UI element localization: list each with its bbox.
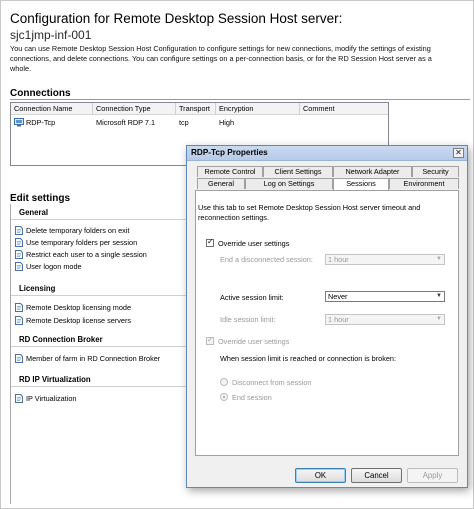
connections-divider bbox=[10, 99, 470, 100]
tab-log-on-settings[interactable]: Log on Settings bbox=[245, 178, 333, 189]
setting-delete-temp-folders[interactable]: Delete temporary folders on exit bbox=[15, 225, 129, 235]
table-header: Connection Name Connection Type Transpor… bbox=[11, 103, 388, 115]
group-licensing-divider bbox=[11, 295, 197, 296]
tab-network-adapter[interactable]: Network Adapter bbox=[333, 166, 412, 177]
override-user-settings-checkbox[interactable] bbox=[206, 237, 214, 247]
column-transport[interactable]: Transport bbox=[176, 103, 216, 115]
setting-label: Remote Desktop licensing mode bbox=[26, 302, 132, 312]
tab-general[interactable]: General bbox=[197, 178, 245, 189]
tab-remote-control[interactable]: Remote Control bbox=[197, 166, 263, 177]
settings-document-icon bbox=[15, 237, 23, 247]
group-broker-title: RD Connection Broker bbox=[19, 335, 103, 344]
tab-client-settings[interactable]: Client Settings bbox=[263, 166, 333, 177]
edit-settings-heading: Edit settings bbox=[10, 193, 71, 204]
group-general-divider bbox=[11, 219, 197, 220]
session-limit-reached-label: When session limit is reached or connect… bbox=[220, 354, 397, 363]
settings-document-icon bbox=[15, 393, 23, 403]
chevron-down-icon: ▼ bbox=[436, 316, 442, 322]
group-broker-divider bbox=[11, 346, 197, 347]
setting-ip-virtualization[interactable]: IP Virtualization bbox=[15, 393, 76, 403]
close-icon[interactable]: ✕ bbox=[453, 148, 464, 158]
disconnect-from-session-label: Disconnect from session bbox=[232, 378, 312, 387]
column-connection-name[interactable]: Connection Name bbox=[11, 103, 93, 115]
setting-label: Member of farm in RD Connection Broker bbox=[26, 353, 161, 363]
disconnect-from-session-radio[interactable] bbox=[220, 378, 228, 386]
cancel-button[interactable]: Cancel bbox=[351, 468, 402, 483]
column-connection-type[interactable]: Connection Type bbox=[93, 103, 176, 115]
dialog-title: RDP-Tcp Properties bbox=[191, 148, 268, 157]
settings-document-icon bbox=[15, 315, 23, 325]
group-licensing-title: Licensing bbox=[19, 284, 56, 293]
idle-session-limit-label: Idle session limit: bbox=[220, 315, 276, 324]
setting-broker-farm-member[interactable]: Member of farm in RD Connection Broker bbox=[15, 353, 160, 363]
setting-label: Restrict each user to a single session bbox=[26, 249, 147, 259]
settings-document-icon bbox=[15, 261, 23, 271]
apply-button[interactable]: Apply bbox=[407, 468, 458, 483]
cell-encryption: High bbox=[219, 118, 235, 127]
tab-environment[interactable]: Environment bbox=[389, 178, 459, 189]
tab-sessions[interactable]: Sessions bbox=[333, 178, 389, 190]
override-user-settings-label: Override user settings bbox=[218, 239, 290, 248]
setting-license-servers[interactable]: Remote Desktop license servers bbox=[15, 315, 131, 325]
table-row[interactable]: RDP-Tcp Microsoft RDP 7.1 tcp High bbox=[11, 117, 388, 128]
edit-settings-panel: General Delete temporary folders on exit… bbox=[10, 204, 197, 504]
setting-label: Remote Desktop license servers bbox=[26, 315, 132, 325]
setting-label: Delete temporary folders on exit bbox=[26, 225, 130, 235]
sessions-description: Use this tab to set Remote Desktop Sessi… bbox=[198, 203, 421, 222]
setting-licensing-mode[interactable]: Remote Desktop licensing mode bbox=[15, 302, 131, 312]
cell-connection-type: Microsoft RDP 7.1 bbox=[96, 118, 156, 127]
group-ipvirt-divider bbox=[11, 386, 197, 387]
cell-transport: tcp bbox=[179, 118, 189, 127]
setting-restrict-single-session[interactable]: Restrict each user to a single session bbox=[15, 249, 147, 259]
rdp-tcp-properties-dialog: RDP-Tcp Properties ✕ Remote Control Clie… bbox=[186, 145, 468, 488]
dialog-title-bar[interactable]: RDP-Tcp Properties ✕ bbox=[187, 146, 467, 161]
ok-button[interactable]: OK bbox=[295, 468, 346, 483]
column-comment[interactable]: Comment bbox=[300, 103, 388, 115]
group-general-title: General bbox=[19, 208, 49, 217]
override-user-settings-2-checkbox[interactable] bbox=[206, 335, 214, 345]
setting-temp-folders-per-session[interactable]: Use temporary folders per session bbox=[15, 237, 137, 247]
page-title: Configuration for Remote Desktop Session… bbox=[10, 11, 343, 26]
end-disconnected-label: End a disconnected session: bbox=[220, 255, 313, 264]
setting-user-logon-mode[interactable]: User logon mode bbox=[15, 261, 82, 271]
override-user-settings-2-label: Override user settings bbox=[218, 337, 290, 346]
cell-connection-name: RDP-Tcp bbox=[26, 118, 56, 127]
settings-document-icon bbox=[15, 353, 23, 363]
setting-label: Use temporary folders per session bbox=[26, 237, 138, 247]
settings-document-icon bbox=[15, 302, 23, 312]
idle-session-limit-select[interactable]: 1 hour ▼ bbox=[325, 314, 445, 325]
setting-label: IP Virtualization bbox=[26, 393, 77, 403]
column-encryption[interactable]: Encryption bbox=[216, 103, 300, 115]
settings-document-icon bbox=[15, 249, 23, 259]
active-session-limit-label: Active session limit: bbox=[220, 293, 284, 302]
end-session-radio[interactable] bbox=[220, 393, 228, 401]
server-name: sjc1jmp-inf-001 bbox=[10, 28, 92, 42]
chevron-down-icon: ▼ bbox=[436, 293, 442, 299]
end-session-label: End session bbox=[232, 393, 272, 402]
end-disconnected-value: 1 hour bbox=[328, 255, 349, 264]
active-session-limit-select[interactable]: Never ▼ bbox=[325, 291, 445, 302]
active-session-limit-value: Never bbox=[328, 292, 348, 301]
chevron-down-icon: ▼ bbox=[436, 256, 442, 262]
connections-heading: Connections bbox=[10, 88, 71, 99]
tab-security[interactable]: Security bbox=[412, 166, 459, 177]
group-ipvirt-title: RD IP Virtualization bbox=[19, 375, 91, 384]
idle-session-limit-value: 1 hour bbox=[328, 315, 349, 324]
settings-document-icon bbox=[15, 225, 23, 235]
end-disconnected-select[interactable]: 1 hour ▼ bbox=[325, 254, 445, 265]
intro-text: You can use Remote Desktop Session Host … bbox=[10, 44, 432, 73]
setting-label: User logon mode bbox=[26, 261, 82, 271]
